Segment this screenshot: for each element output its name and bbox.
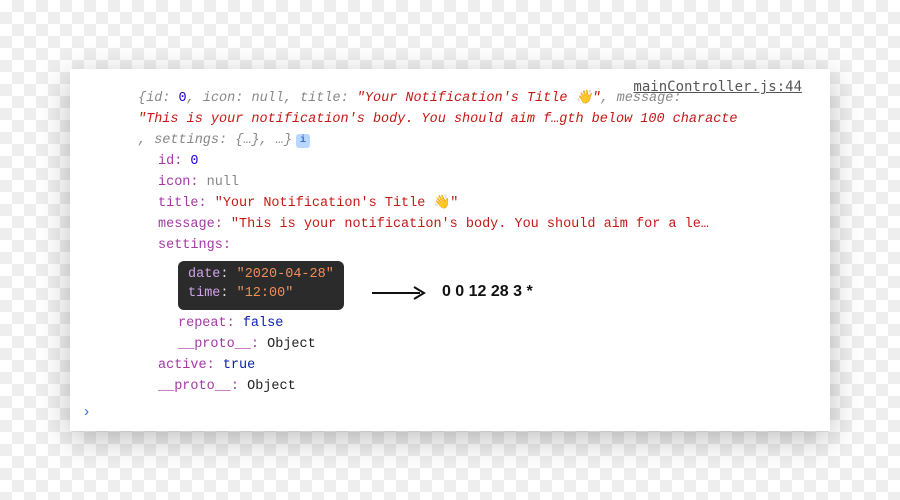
preview-settings-key: settings: [154,133,227,148]
prop-proto-inner[interactable]: __proto__: Object [70,335,830,356]
brace-open: { [138,91,146,106]
prop-settings[interactable]: settings: [70,236,830,257]
preview-title-key: title: [300,91,349,106]
preview-settings-val: {…} [235,133,259,148]
preview-id-key: id: [146,91,170,106]
prop-proto1-val: Object [267,337,316,352]
prop-message-key: message [158,217,215,232]
prop-active-val: true [223,358,255,373]
preview-id-val: 0 [179,91,187,106]
prop-time-val: "12:00" [237,286,294,301]
object-preview-line-2[interactable]: "This is your notification's body. You s… [70,110,830,131]
prop-time-key: time [188,286,220,301]
prop-id-key: id [158,154,174,169]
prop-date-val: "2020-04-28" [237,267,334,282]
preview-msg-val: "This is your notification's body. You s… [138,112,738,127]
settings-highlight-row: date: "2020-04-28" time: "12:00" 0 0 12 … [70,257,830,314]
arrow-icon [370,286,432,300]
console-prompt[interactable]: › [70,398,830,423]
annotation-arrow: 0 0 12 28 3 * [370,280,533,305]
source-link[interactable]: mainController.js:44 [633,79,802,95]
prop-active[interactable]: active: true [70,356,830,377]
prop-repeat-key: repeat [178,316,227,331]
preview-rest: , …} [260,133,292,148]
prop-proto2-key: __proto__ [158,379,231,394]
prop-title-key: title [158,196,199,211]
preview-icon-val: null [251,91,283,106]
prop-repeat[interactable]: repeat: false [70,314,830,335]
prop-title-val: "Your Notification's Title 👋" [215,196,459,211]
prop-proto-outer[interactable]: __proto__: Object [70,377,830,398]
info-icon[interactable]: i [296,134,310,148]
prop-icon-val: null [207,175,239,190]
object-preview-line-3: , settings: {…}, …}i [70,131,830,152]
highlight-box: date: "2020-04-28" time: "12:00" [178,261,344,310]
prop-proto2-val: Object [247,379,296,394]
prop-id-val: 0 [190,154,198,169]
prop-icon-key: icon [158,175,190,190]
prop-repeat-val: false [243,316,284,331]
prop-message-val: "This is your notification's body. You s… [231,217,709,232]
preview-title-val: "Your Notification's Title 👋" [357,91,601,106]
prop-icon[interactable]: icon: null [70,173,830,194]
annotation-text: 0 0 12 28 3 * [442,280,533,305]
prop-active-key: active [158,358,207,373]
prop-message[interactable]: message: "This is your notification's bo… [70,215,830,236]
preview-icon-key: icon: [203,91,244,106]
prop-settings-key: settings [158,238,223,253]
prop-id[interactable]: id: 0 [70,152,830,173]
prop-title[interactable]: title: "Your Notification's Title 👋" [70,194,830,215]
console-panel: mainController.js:44 {id: 0, icon: null,… [70,69,830,430]
prop-proto1-key: __proto__ [178,337,251,352]
prop-date-key: date [188,267,220,282]
